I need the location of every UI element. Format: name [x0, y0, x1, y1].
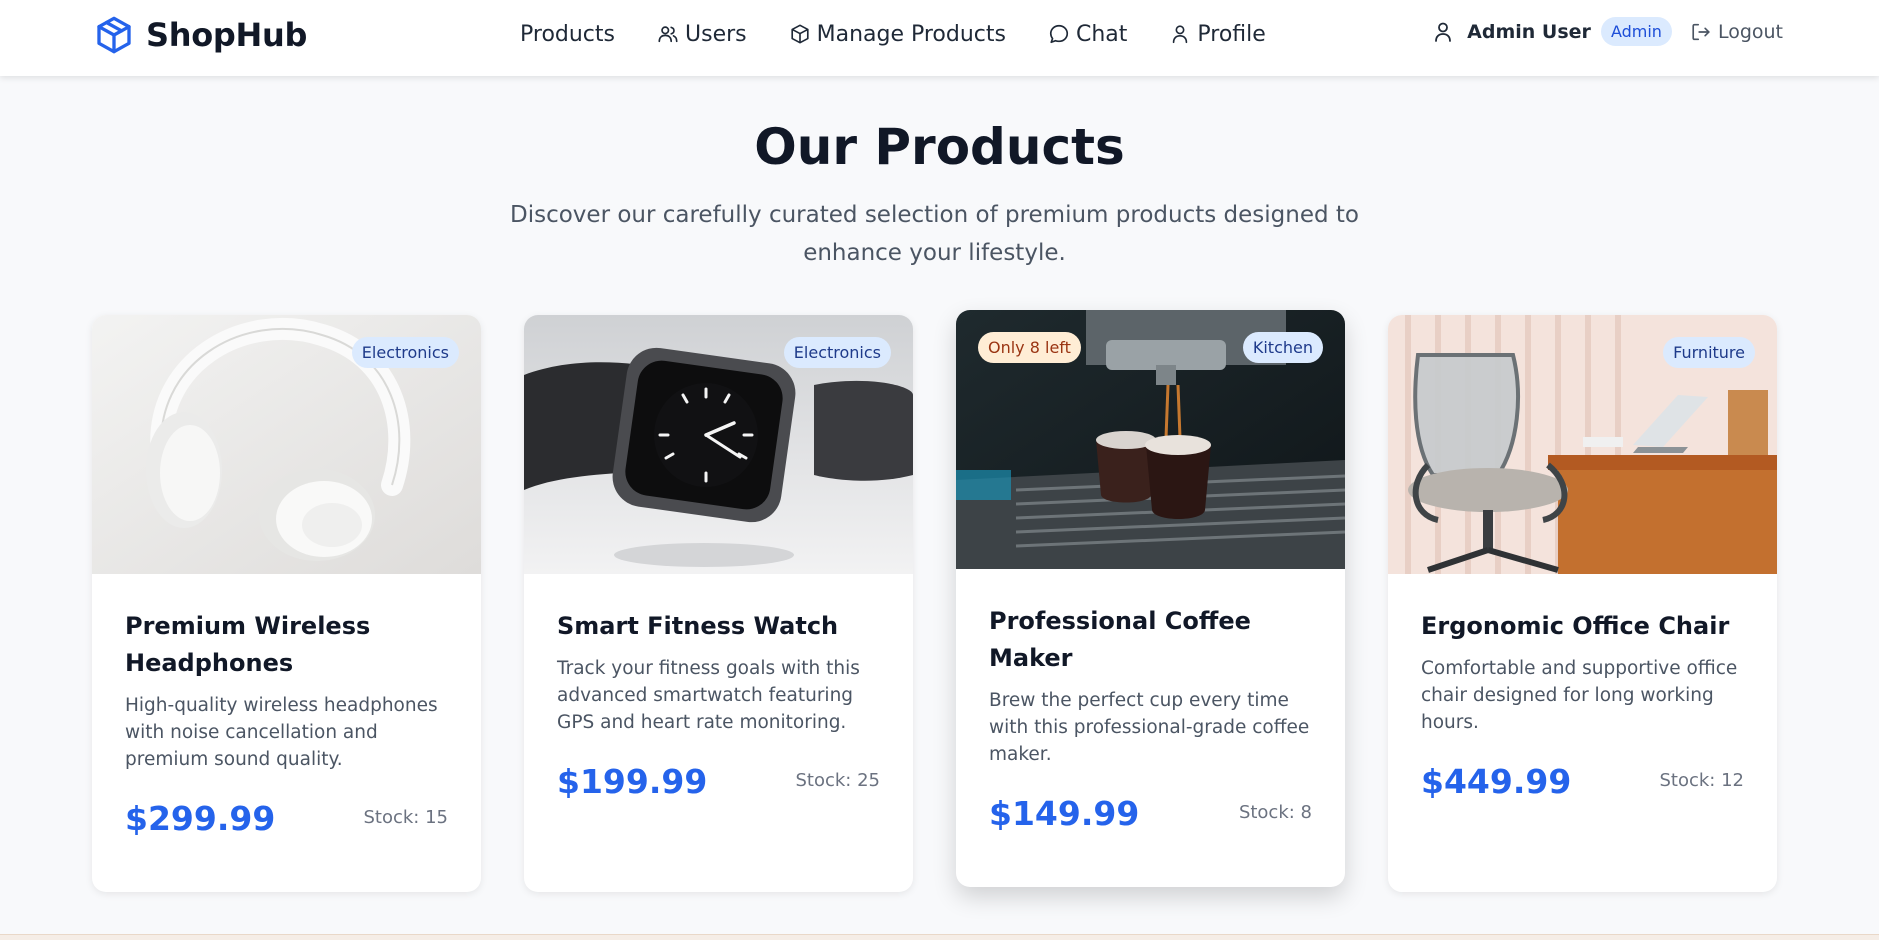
- user-icon: [1431, 20, 1455, 44]
- nav-manage-products[interactable]: Manage Products: [789, 19, 1006, 49]
- product-image-office-chair: Furniture: [1388, 315, 1777, 574]
- brand-logo[interactable]: ShopHub: [94, 14, 307, 56]
- logout-button[interactable]: Logout: [1690, 21, 1783, 43]
- package-icon: [789, 23, 811, 45]
- cube-icon: [94, 14, 134, 56]
- product-price: $299.99: [125, 799, 276, 838]
- product-description: High-quality wireless headphones with no…: [125, 695, 438, 770]
- nav-users[interactable]: Users: [657, 19, 747, 49]
- nav-products[interactable]: Products: [520, 19, 615, 49]
- nav-profile[interactable]: Profile: [1169, 19, 1266, 49]
- product-image-coffee-maker: Only 8 left Kitchen: [956, 310, 1345, 569]
- category-badge: Electronics: [351, 337, 459, 368]
- brand-name: ShopHub: [146, 16, 308, 54]
- logout-label: Logout: [1717, 20, 1783, 43]
- nav-profile-label: Profile: [1197, 21, 1266, 47]
- product-price: $199.99: [557, 762, 708, 801]
- current-user-name: Admin User: [1467, 20, 1591, 43]
- product-description: Track your fitness goals with this advan…: [557, 658, 860, 733]
- product-stock: Stock: 25: [795, 770, 880, 791]
- logout-icon: [1690, 21, 1712, 43]
- product-card[interactable]: Electronics Smart Fitness Watch Track yo…: [524, 315, 913, 892]
- role-badge: Admin: [1600, 17, 1672, 46]
- nav-manage-products-label: Manage Products: [816, 21, 1006, 47]
- product-card[interactable]: Furniture Ergonomic Office Chair Comfort…: [1388, 315, 1777, 892]
- category-badge: Furniture: [1663, 337, 1755, 368]
- category-badge: Kitchen: [1242, 332, 1323, 363]
- product-description: Brew the perfect cup every time with thi…: [989, 690, 1310, 765]
- product-title: Smart Fitness Watch: [557, 612, 839, 640]
- nav-chat[interactable]: Chat: [1048, 19, 1127, 49]
- product-title: Premium Wireless Headphones: [125, 612, 371, 677]
- nav-chat-label: Chat: [1075, 21, 1128, 47]
- product-stock: Stock: 15: [363, 807, 448, 828]
- users-icon: [657, 23, 679, 45]
- product-title: Professional Coffee Maker: [989, 607, 1251, 672]
- main-nav: Products Users Manage Products Chat Prof…: [520, 19, 1266, 49]
- product-price: $149.99: [989, 794, 1140, 833]
- product-stock: Stock: 8: [1238, 802, 1312, 823]
- top-navbar: ShopHub Products Users Manage Products C…: [0, 0, 1879, 76]
- product-image-watch: Electronics: [524, 315, 913, 574]
- nav-products-label: Products: [520, 21, 615, 47]
- page-subtitle: Discover our carefully curated selection…: [510, 202, 1359, 266]
- low-stock-badge: Only 8 left: [978, 332, 1081, 363]
- product-title: Ergonomic Office Chair: [1421, 612, 1730, 640]
- page-title: Our Products: [754, 118, 1125, 176]
- product-price: $449.99: [1421, 762, 1572, 801]
- user-icon: [1169, 23, 1191, 45]
- product-description: Comfortable and supportive office chair …: [1421, 658, 1738, 733]
- product-image-headphones: Electronics: [92, 315, 481, 574]
- product-stock: Stock: 12: [1659, 770, 1744, 791]
- product-card[interactable]: Electronics Premium Wireless Headphones …: [92, 315, 481, 892]
- user-area: Admin User Admin Logout: [1431, 17, 1783, 46]
- category-badge: Electronics: [783, 337, 891, 368]
- product-card[interactable]: Only 8 left Kitchen Professional Coffee …: [956, 310, 1345, 887]
- footer-edge: [0, 934, 1879, 940]
- nav-users-label: Users: [685, 21, 747, 47]
- chat-bubble-icon: [1048, 23, 1070, 45]
